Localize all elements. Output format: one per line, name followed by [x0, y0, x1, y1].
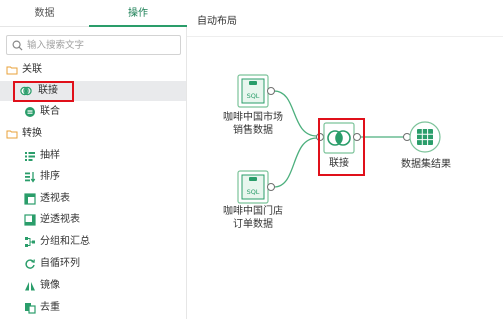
node2-label-line2: 订单数据 [233, 219, 273, 230]
operations-panel: 数据 操作 关联 联接 联合 转换 [0, 0, 187, 319]
dataset-result-node-hit[interactable] [404, 121, 442, 153]
panel-tabs: 数据 操作 [0, 0, 187, 27]
category-label: 转换 [22, 128, 42, 139]
node1-label: 咖啡中国市场 销售数据 [216, 111, 290, 137]
op-label: 排序 [40, 171, 60, 182]
search-input[interactable] [27, 37, 177, 53]
category-transform[interactable]: 转换 [0, 124, 186, 144]
op-recursive-column[interactable]: 自循环列 [0, 254, 186, 274]
loop-icon [25, 259, 35, 269]
dedup-icon [25, 303, 36, 314]
op-mirror[interactable]: 镜像 [0, 276, 186, 296]
node1-label-line2: 销售数据 [233, 125, 273, 136]
result-node-label: 数据集结果 [401, 159, 451, 170]
category-label: 关联 [22, 64, 42, 75]
join-node-hit[interactable] [318, 121, 360, 155]
op-label: 逆透视表 [40, 214, 80, 225]
op-label: 联接 [38, 85, 58, 96]
op-label: 镜像 [40, 280, 60, 291]
group-icon [25, 237, 35, 247]
op-join[interactable]: 联接 [0, 81, 186, 101]
op-sort[interactable]: 排序 [0, 167, 186, 187]
op-union[interactable]: 联合 [0, 102, 186, 122]
title-divider [187, 36, 503, 37]
node2-label-line1: 咖啡中国门店 [223, 206, 283, 217]
folder-icon [6, 130, 18, 139]
op-sample[interactable]: 抽样 [0, 146, 186, 166]
op-group-summary[interactable]: 分组和汇总 [0, 232, 186, 252]
tab-data[interactable]: 数据 [0, 0, 89, 27]
sql-source-node-1-hit[interactable] [238, 75, 275, 107]
search-box[interactable] [6, 35, 181, 55]
op-label: 去重 [40, 302, 60, 313]
op-label: 联合 [40, 106, 60, 117]
join-icon [20, 86, 32, 96]
sample-icon [25, 152, 35, 161]
op-label: 分组和汇总 [40, 236, 90, 247]
union-icon [25, 107, 35, 117]
sql-source-node-2-hit[interactable] [238, 171, 275, 203]
op-label: 抽样 [40, 150, 60, 161]
join-node-label: 联接 [329, 158, 349, 169]
mirror-icon [25, 282, 35, 291]
folder-icon [6, 66, 18, 75]
op-pivot[interactable]: 透视表 [0, 189, 186, 209]
unpivot-icon [24, 214, 36, 226]
op-label: 透视表 [40, 193, 70, 204]
search-icon [12, 40, 23, 51]
tab-operations[interactable]: 操作 [89, 0, 187, 27]
canvas-title: 自动布局 [197, 16, 237, 27]
op-dedup[interactable]: 去重 [0, 298, 186, 318]
sort-icon [25, 172, 36, 183]
category-relate[interactable]: 关联 [0, 60, 186, 80]
pivot-icon [24, 193, 36, 205]
node1-label-line1: 咖啡中国市场 [223, 112, 283, 123]
node2-label: 咖啡中国门店 订单数据 [216, 205, 290, 231]
op-label: 自循环列 [40, 258, 80, 269]
op-unpivot[interactable]: 逆透视表 [0, 210, 186, 230]
